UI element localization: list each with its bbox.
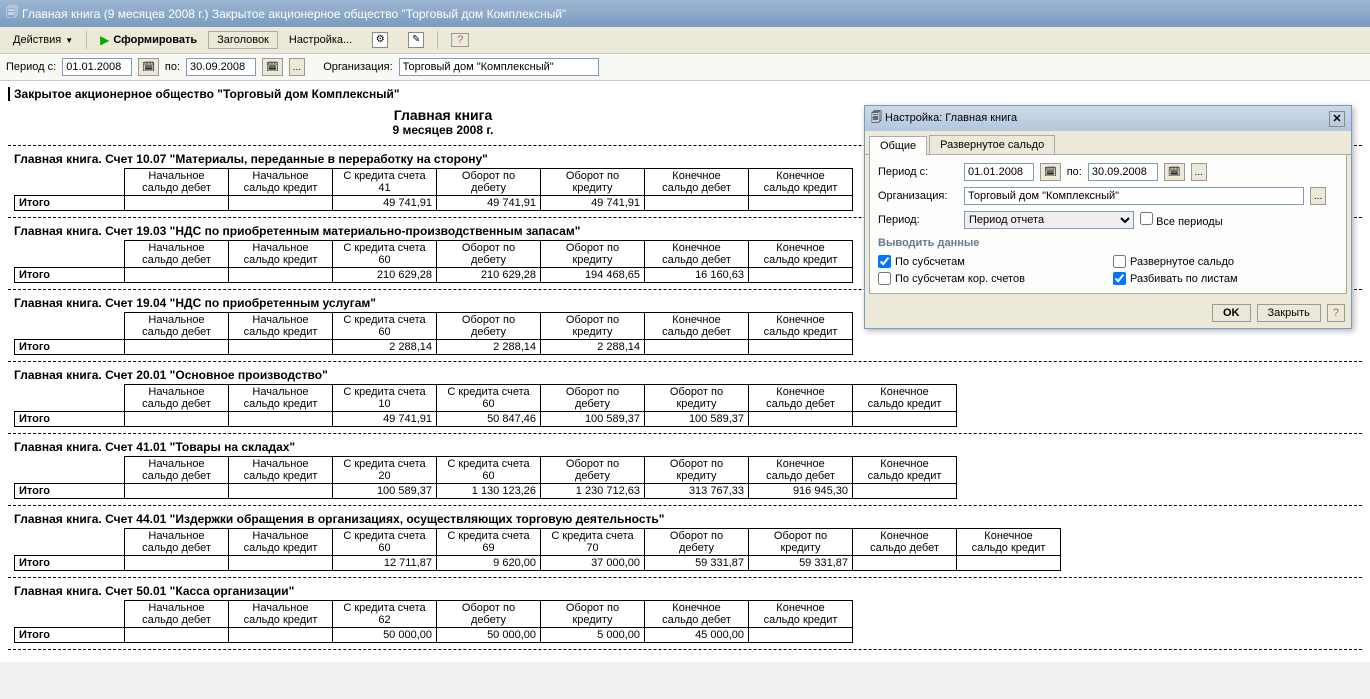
check-split[interactable]: Разбивать по листам xyxy=(1113,272,1338,285)
output-section-title: Выводить данные xyxy=(878,237,1338,249)
form-button[interactable]: ▶ Сформировать xyxy=(91,30,206,50)
actions-menu[interactable]: Действия▼ xyxy=(4,31,82,49)
header-button[interactable]: Заголовок xyxy=(208,31,278,49)
report-org-name: Закрытое акционерное общество "Торговый … xyxy=(8,87,1362,101)
section-title: Главная книга. Счет 41.01 "Товары на скл… xyxy=(14,440,1362,454)
close-button[interactable]: Закрыть xyxy=(1257,304,1321,322)
window-title: Главная книга (9 месяцев 2008 г.) Закрыт… xyxy=(22,7,566,21)
question-icon: ? xyxy=(451,33,469,47)
check-by-sub[interactable]: По субсчетам xyxy=(878,255,1103,268)
wizard-icon: ⚙ xyxy=(372,32,388,48)
ledger-table: Начальноесальдо дебетНачальноесальдо кре… xyxy=(14,168,853,211)
ledger-table: Начальноесальдо дебетНачальноесальдо кре… xyxy=(14,600,853,643)
ledger-table: Начальноесальдо дебетНачальноесальдо кре… xyxy=(14,456,957,499)
settings-period-picker[interactable]: ... xyxy=(1191,163,1207,181)
period-to-input[interactable] xyxy=(186,58,256,76)
settings-period-to[interactable] xyxy=(1088,163,1158,181)
settings-period-from[interactable] xyxy=(964,163,1034,181)
period-from-input[interactable] xyxy=(62,58,132,76)
settings-period-label: Период: xyxy=(878,214,958,226)
check-expanded[interactable]: Развернутое сальдо xyxy=(1113,255,1338,268)
report-subtitle: 9 месяцев 2008 г. xyxy=(8,123,878,137)
calendar-from-button[interactable]: 🗓 xyxy=(138,58,159,76)
settings-cal-from[interactable]: 🗓 xyxy=(1040,163,1061,181)
ledger-table: Начальноесальдо дебетНачальноесальдо кре… xyxy=(14,384,957,427)
help-button-dialog[interactable]: ? xyxy=(1327,304,1345,322)
settings-org[interactable] xyxy=(964,187,1304,205)
section-title: Главная книга. Счет 20.01 "Основное прои… xyxy=(14,368,1362,382)
org-input[interactable] xyxy=(399,58,599,76)
toolbar: Действия▼ ▶ Сформировать Заголовок Настр… xyxy=(0,27,1370,54)
ledger-table: Начальноесальдо дебетНачальноесальдо кре… xyxy=(14,528,1061,571)
document-icon: 🗐 xyxy=(6,3,18,24)
org-label: Организация: xyxy=(323,61,392,73)
settings-dialog: 🗐 Настройка: Главная книга ✕ Общие Разве… xyxy=(864,105,1352,329)
tool-button-1[interactable]: ⚙ xyxy=(363,29,397,51)
tool-button-2[interactable]: ✎ xyxy=(399,29,433,51)
settings-period-from-label: Период с: xyxy=(878,166,958,178)
period-picker-button[interactable]: ... xyxy=(289,58,305,76)
settings-titlebar[interactable]: 🗐 Настройка: Главная книга ✕ xyxy=(865,106,1351,131)
section-title: Главная книга. Счет 44.01 "Издержки обра… xyxy=(14,512,1362,526)
settings-cal-to[interactable]: 🗓 xyxy=(1164,163,1185,181)
help-button[interactable]: ? xyxy=(442,30,478,50)
check-by-sub-corr[interactable]: По субсчетам кор. счетов xyxy=(878,272,1103,285)
settings-org-label: Организация: xyxy=(878,190,958,202)
period-from-label: Период с: xyxy=(6,61,56,73)
tab-expanded[interactable]: Развернутое сальдо xyxy=(929,135,1055,154)
settings-period-select[interactable]: Период отчета xyxy=(964,211,1134,229)
filter-bar: Период с: 🗓 по: 🗓 ... Организация: xyxy=(0,54,1370,81)
tab-general[interactable]: Общие xyxy=(869,136,927,155)
calendar-to-button[interactable]: 🗓 xyxy=(262,58,283,76)
wand-icon: ✎ xyxy=(408,32,424,48)
ledger-table: Начальноесальдо дебетНачальноесальдо кре… xyxy=(14,240,853,283)
close-icon[interactable]: ✕ xyxy=(1329,111,1345,127)
play-icon: ▶ xyxy=(100,33,109,47)
window-title-bar: 🗐 Главная книга (9 месяцев 2008 г.) Закр… xyxy=(0,0,1370,27)
ledger-table: Начальноесальдо дебетНачальноесальдо кре… xyxy=(14,312,853,355)
ok-button[interactable]: OK xyxy=(1212,304,1251,322)
report-title: Главная книга xyxy=(8,107,878,123)
period-to-label: по: xyxy=(165,61,180,73)
settings-button[interactable]: Настройка... xyxy=(280,31,361,49)
all-periods-check[interactable]: Все периоды xyxy=(1140,212,1223,228)
settings-org-picker[interactable]: ... xyxy=(1310,187,1326,205)
section-title: Главная книга. Счет 50.01 "Касса организ… xyxy=(14,584,1362,598)
